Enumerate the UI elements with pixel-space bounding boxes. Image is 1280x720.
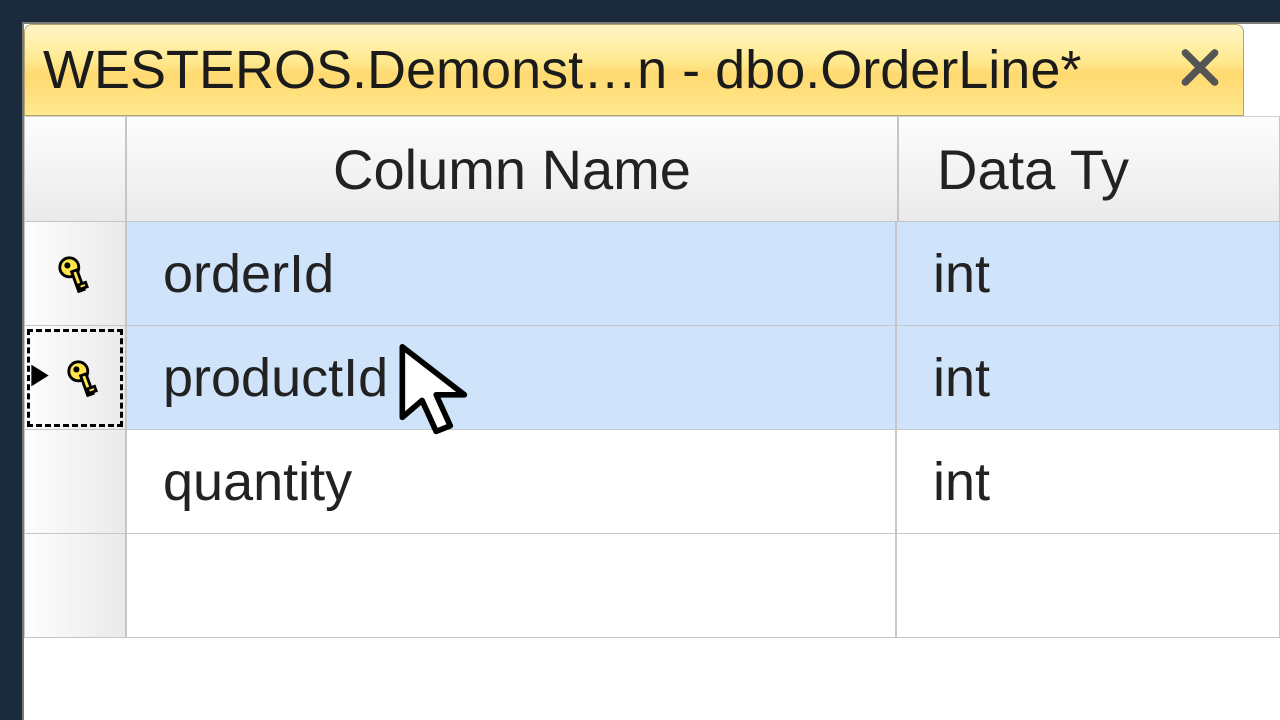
document-tab[interactable]: WESTEROS.Demonst…n - dbo.OrderLine*: [24, 24, 1244, 116]
grid-header: Column Name Data Ty: [24, 116, 1280, 222]
close-icon: [1179, 47, 1221, 89]
table-row[interactable]: [24, 534, 1280, 638]
row-selector[interactable]: [24, 222, 126, 326]
table-row[interactable]: productIdint: [24, 326, 1280, 430]
table-row[interactable]: quantityint: [24, 430, 1280, 534]
data-type-cell[interactable]: int: [896, 326, 1280, 430]
header-column-name[interactable]: Column Name: [126, 116, 898, 222]
row-selector[interactable]: [24, 534, 126, 638]
table-designer-frame: WESTEROS.Demonst…n - dbo.OrderLine* Colu…: [22, 22, 1280, 720]
column-name-cell[interactable]: quantity: [126, 430, 896, 534]
primary-key-icon: [56, 255, 94, 293]
tab-title: WESTEROS.Demonst…n - dbo.OrderLine*: [43, 39, 1081, 101]
current-row-arrow-icon: [29, 362, 51, 393]
column-name-cell[interactable]: orderId: [126, 222, 896, 326]
column-name-cell[interactable]: productId: [126, 326, 896, 430]
data-type-cell[interactable]: int: [896, 222, 1280, 326]
close-tab-button[interactable]: [1179, 47, 1221, 94]
header-data-type-label: Data Ty: [937, 137, 1129, 202]
table-row[interactable]: orderIdint: [24, 222, 1280, 326]
column-name-cell[interactable]: [126, 534, 896, 638]
columns-grid: Column Name Data Ty orderIdintproductIdi…: [24, 116, 1280, 638]
row-selector[interactable]: [24, 326, 126, 430]
data-type-cell[interactable]: [896, 534, 1280, 638]
row-selector[interactable]: [24, 430, 126, 534]
header-column-name-label: Column Name: [333, 137, 691, 202]
primary-key-icon: [65, 359, 103, 397]
row-selector-header: [24, 116, 126, 222]
data-type-cell[interactable]: int: [896, 430, 1280, 534]
header-data-type[interactable]: Data Ty: [898, 116, 1280, 222]
